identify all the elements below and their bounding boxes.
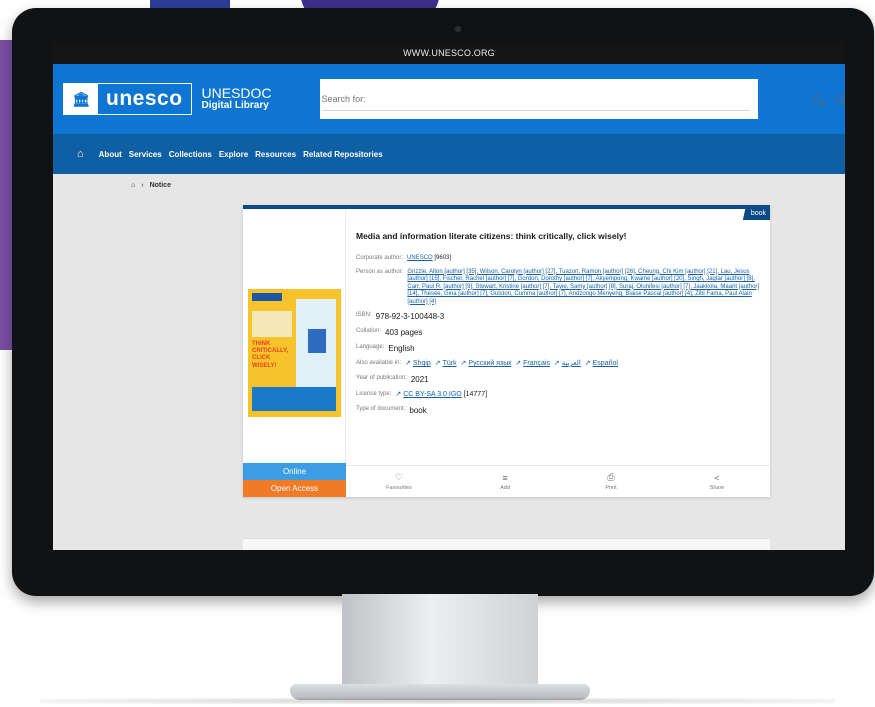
document-type-badge: book	[742, 208, 770, 220]
nav-services[interactable]: Services	[129, 150, 162, 159]
breadcrumb-current: Notice	[149, 181, 171, 189]
collation-value: 403 pages	[385, 328, 423, 337]
cover-headline: THINK CRITICALLY, CLICK WISELY!	[252, 341, 289, 369]
add-button[interactable]: ≡ Add	[452, 466, 558, 497]
isbn-value: 978-92-3-100448-3	[375, 312, 445, 321]
external-link-icon: ↗	[405, 360, 411, 367]
external-link-icon: ↗	[395, 390, 402, 398]
share-button[interactable]: < Share	[664, 466, 770, 497]
licence-row: Licence type: ↗ CC BY-SA 3.0 IGO [14777]	[356, 391, 761, 400]
breadcrumb-separator-icon: ›	[141, 181, 144, 189]
year-value: 2021	[410, 374, 429, 384]
brand-name: UNESDOC	[201, 85, 272, 102]
collation-row: Collation: 403 pages	[356, 328, 761, 338]
person-authors-links[interactable]: Grizzle, Alton [author] [35], Wilson, Ca…	[407, 269, 759, 305]
lang-link-shqip[interactable]: Shqip	[413, 360, 431, 367]
doc-type-value: book	[409, 405, 427, 415]
lang-link-russian[interactable]: Русский язык	[468, 360, 511, 367]
external-link-icon: ↗	[515, 360, 522, 367]
corporate-author-label: Corporate author:	[356, 255, 404, 261]
collation-label: Collation:	[356, 328, 382, 334]
record-title: Media and information literate citizens:…	[356, 231, 627, 241]
language-value: English	[388, 344, 415, 353]
person-author-label: Person as author:	[356, 268, 404, 275]
language-row: Language: English	[356, 344, 761, 354]
playlist-add-icon: ≡	[502, 472, 508, 483]
unesco-logo[interactable]: 🏛 unesco	[63, 83, 192, 115]
external-link-icon: ↗	[434, 360, 441, 367]
corporate-author-count: [9603]	[434, 255, 452, 261]
external-link-icon: ↗	[553, 360, 560, 367]
cover-title-block	[252, 311, 292, 337]
print-button[interactable]: ⎙ Print	[558, 466, 664, 497]
logo-wordmark: unesco	[106, 87, 183, 110]
monitor-stand-neck	[342, 594, 538, 692]
brand[interactable]: UNESDOC Digital Library	[202, 86, 272, 111]
licence-count: [14777]	[463, 390, 488, 398]
share-label: Share	[709, 484, 725, 491]
also-available-row: Also available in: ↗ Shqip ↗ Türk ↗ Русский…	[356, 360, 761, 369]
monitor-screen: WWW.UNESCO.ORG 🏛 unesco UNESDOC Digital …	[53, 42, 845, 550]
doc-type-row: Type of document: book	[356, 406, 761, 416]
webcam	[455, 26, 461, 32]
nav-explore[interactable]: Explore	[219, 150, 248, 159]
search-input[interactable]	[319, 79, 758, 119]
nav-related-repositories[interactable]: Related Repositories	[303, 150, 383, 159]
share-icon: <	[714, 472, 720, 483]
search-box	[319, 79, 758, 119]
external-link-icon: ↗	[460, 360, 467, 367]
lang-link-spanish[interactable]: Español	[593, 360, 618, 367]
doc-type-label: Type of document:	[356, 405, 406, 412]
main-nav: ⌂ About Services Collections Explore Res…	[53, 134, 845, 174]
lang-link-turk[interactable]: Türk	[443, 360, 457, 367]
breadcrumb: ⌂ › Notice	[53, 174, 845, 196]
person-author-row: Person as author: Grizzle, Alton [author…	[356, 269, 761, 307]
address-bar[interactable]: WWW.UNESCO.ORG	[53, 42, 845, 64]
cover-device	[308, 329, 326, 353]
licence-label: Licence type:	[356, 390, 392, 397]
lang-link-french[interactable]: Français	[523, 360, 550, 367]
open-access-button[interactable]: Open Access	[243, 480, 346, 497]
record-card: book THINK CRITICALLY, CLICK WISELY! Onl…	[243, 205, 770, 497]
lang-link-arabic[interactable]: العربية	[562, 360, 581, 367]
also-available-label: Also available in:	[356, 360, 402, 366]
year-label: Year of publication:	[356, 374, 407, 381]
nav-resources[interactable]: Resources	[255, 150, 296, 159]
external-link-icon: ↗	[584, 360, 591, 367]
year-row: Year of publication: 2021	[356, 375, 761, 385]
scene: WWW.UNESCO.ORG 🏛 unesco UNESDOC Digital …	[0, 0, 875, 707]
floor-shadow	[40, 698, 835, 704]
cover-column: THINK CRITICALLY, CLICK WISELY! Online O…	[243, 209, 346, 497]
nav-about[interactable]: About	[99, 150, 122, 159]
add-label: Add	[500, 484, 510, 491]
book-cover[interactable]: THINK CRITICALLY, CLICK WISELY!	[248, 289, 341, 417]
next-record-card[interactable]	[243, 538, 770, 550]
corporate-author-link[interactable]: UNESCO	[407, 255, 433, 261]
favourites-label: Favourites	[386, 485, 412, 491]
record-metadata: Media and information literate citizens:…	[356, 231, 761, 422]
print-label: Print	[605, 485, 617, 491]
online-button[interactable]: Online	[243, 463, 346, 480]
cover-logo-block	[252, 293, 282, 301]
record-actions: ♡ Favourites ≡ Add ⎙ Print < Share	[346, 465, 770, 497]
search-underline	[321, 110, 750, 111]
heart-icon: ♡	[394, 472, 404, 482]
breadcrumb-home-icon[interactable]: ⌂	[131, 182, 135, 189]
nav-collections[interactable]: Collections	[169, 150, 212, 159]
isbn-row: ISBN: 978-92-3-100448-3	[356, 312, 761, 322]
search-icon[interactable]	[813, 94, 822, 104]
search-actions	[803, 94, 845, 104]
corporate-author-row: Corporate author: UNESCO [9603]	[356, 255, 761, 263]
home-icon[interactable]: ⌂	[77, 148, 84, 160]
isbn-label: ISBN:	[356, 312, 372, 318]
temple-icon: 🏛	[64, 84, 98, 114]
cover-footer-block	[252, 387, 336, 411]
advanced-search-icon[interactable]	[836, 94, 845, 104]
brand-subtitle: Digital Library	[201, 100, 269, 112]
language-label: Language:	[356, 344, 385, 350]
printer-icon: ⎙	[607, 472, 615, 482]
licence-link[interactable]: CC BY-SA 3.0 IGO	[403, 391, 462, 398]
favourites-button[interactable]: ♡ Favourites	[346, 466, 452, 497]
site-header: 🏛 unesco UNESDOC Digital Library	[53, 64, 845, 134]
